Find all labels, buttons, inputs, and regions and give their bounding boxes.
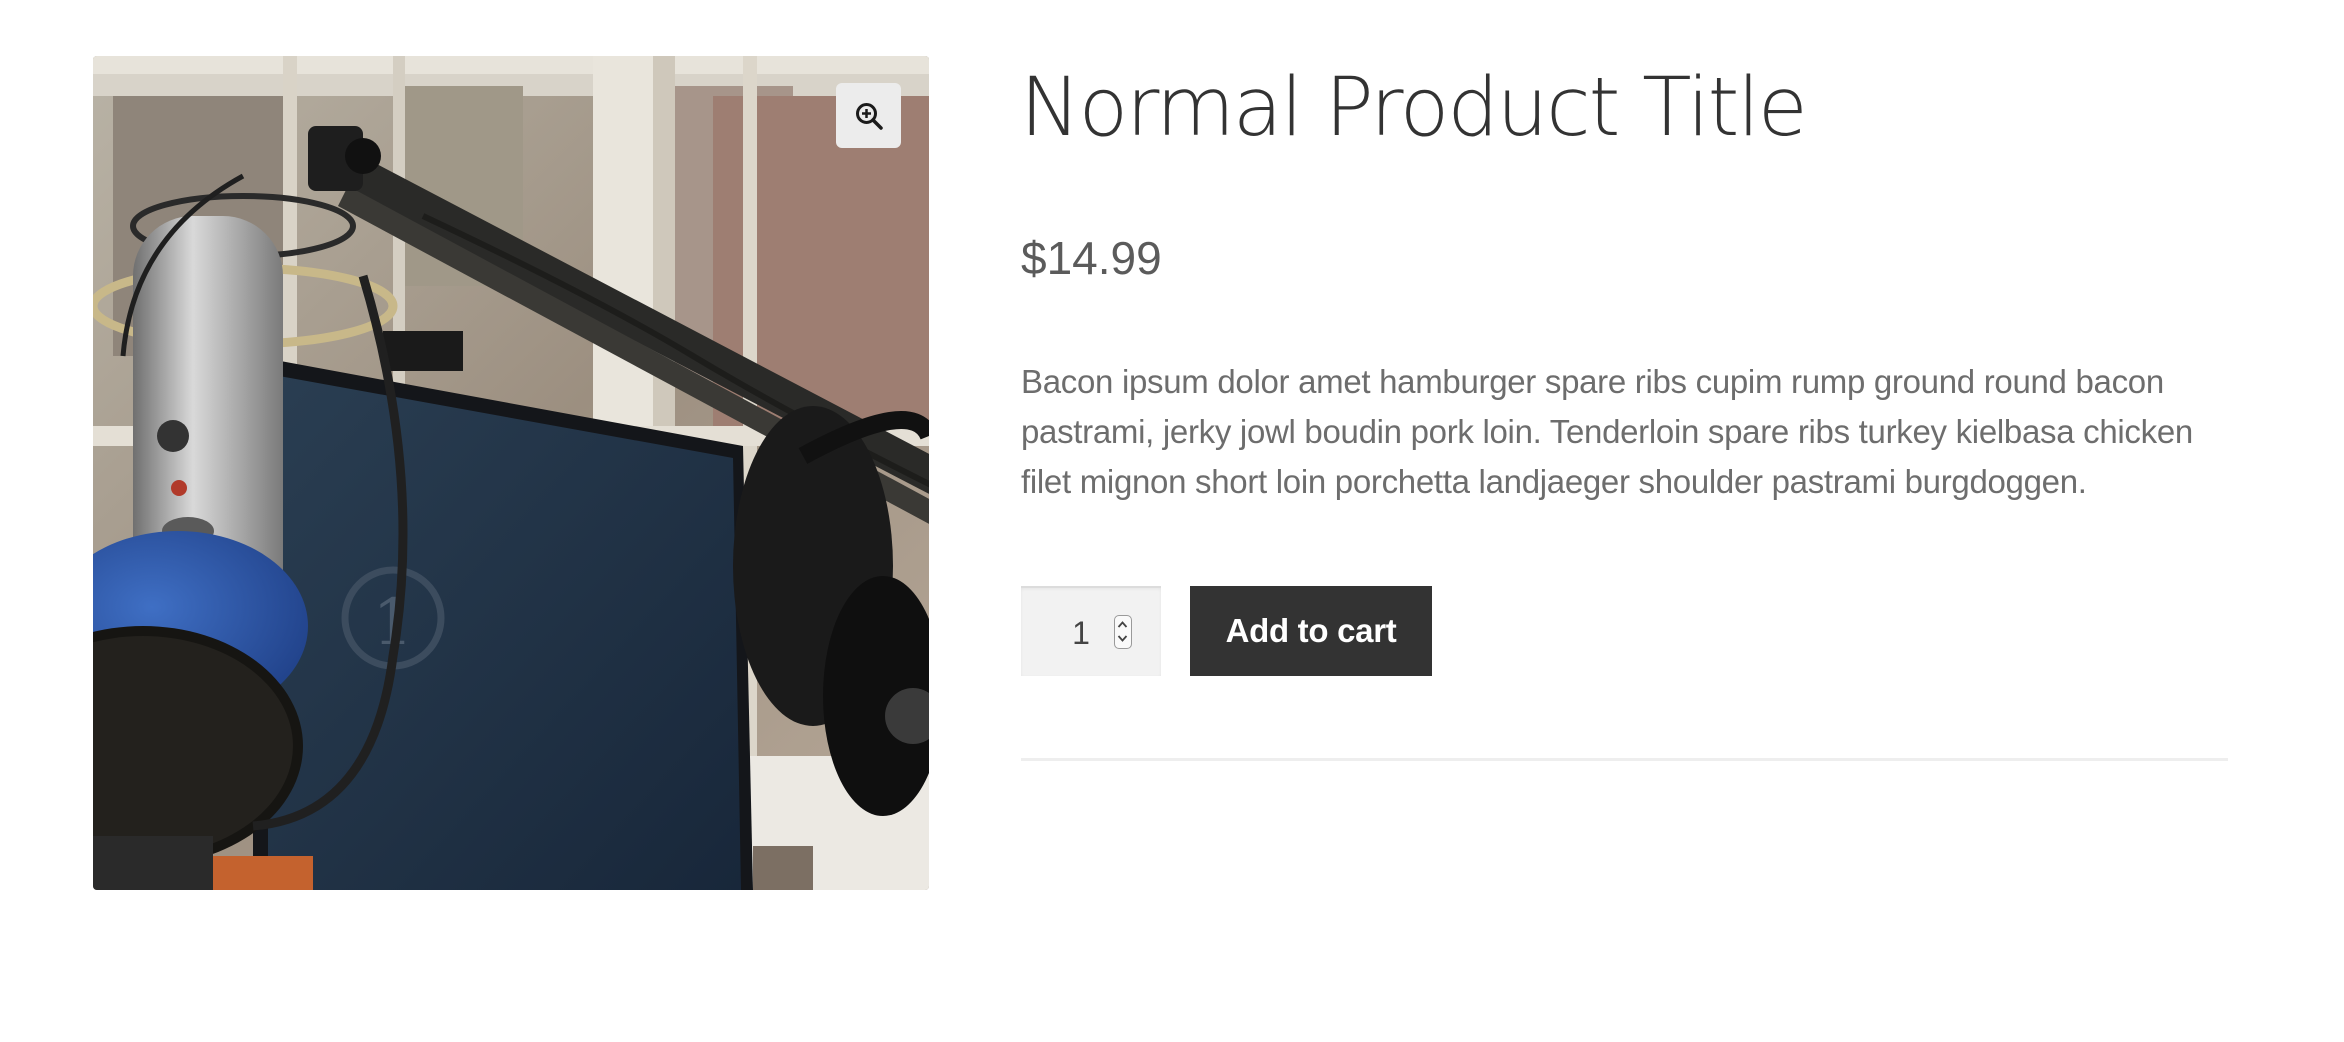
product-title: Normal Product Title xyxy=(1020,61,1808,155)
zoom-in-icon xyxy=(855,102,883,130)
product-photo: 1 xyxy=(93,56,929,890)
product-description: Bacon ipsum dolor amet hamburger spare r… xyxy=(1021,363,2193,500)
quantity-stepper[interactable] xyxy=(1114,615,1132,649)
add-to-cart-form: 1 Add to cart xyxy=(1021,586,1432,676)
quantity-input[interactable]: 1 xyxy=(1021,586,1161,676)
chevron-up-icon[interactable] xyxy=(1117,621,1128,628)
zoom-button[interactable] xyxy=(836,83,901,148)
divider xyxy=(1021,758,2228,761)
chevron-down-icon[interactable] xyxy=(1117,635,1128,642)
product-price: $14.99 xyxy=(1021,232,1162,284)
quantity-value[interactable]: 1 xyxy=(1066,588,1096,678)
add-to-cart-button[interactable]: Add to cart xyxy=(1190,586,1432,676)
product-image[interactable]: 1 xyxy=(93,56,929,890)
product-page: 1 Normal Product Title $14.99 Bacon ipsu… xyxy=(0,0,2344,1042)
